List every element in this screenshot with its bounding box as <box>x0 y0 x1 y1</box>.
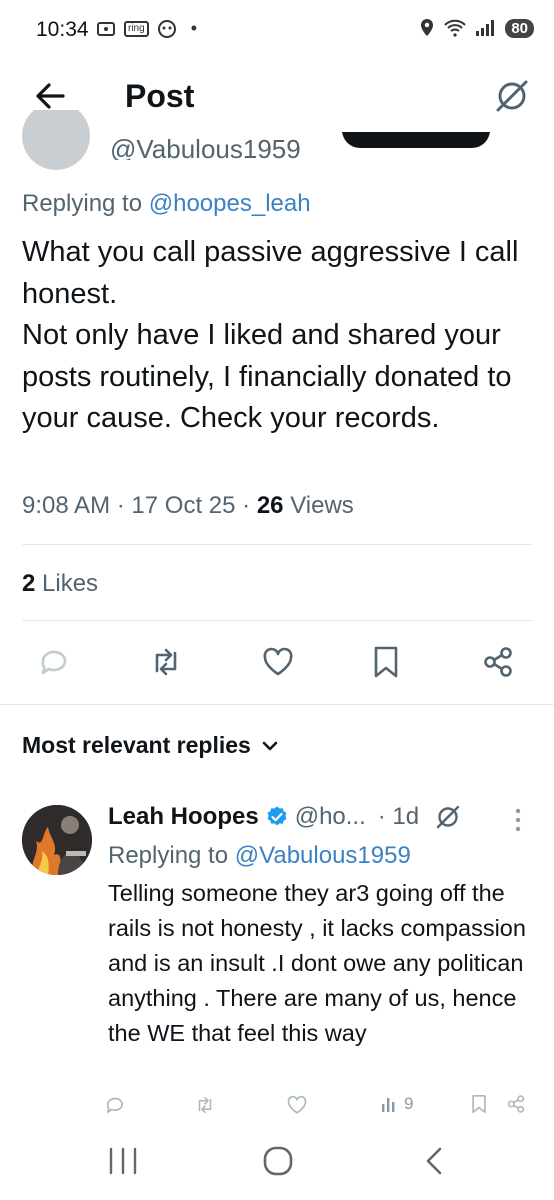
page-title: Post <box>125 78 195 114</box>
repost-icon <box>198 1096 212 1114</box>
likes-summary[interactable]: 2 Likes <box>22 570 98 598</box>
recent-apps-button[interactable] <box>106 1146 140 1181</box>
reply-actions: 9 <box>100 1094 540 1124</box>
reply-replying-to: Replying to @Vabulous1959 <box>108 842 411 869</box>
reply-icon <box>106 1097 123 1113</box>
replies-sort-label: Most relevant replies <box>22 732 251 758</box>
like-button[interactable] <box>256 640 300 684</box>
reply-author-name[interactable]: Leah Hoopes <box>108 803 259 831</box>
like-icon <box>287 1095 307 1114</box>
recent-apps-icon <box>109 1147 137 1175</box>
screen-record-icon <box>97 21 115 36</box>
chevron-left-icon <box>426 1147 442 1175</box>
reply-avatar[interactable] <box>22 805 92 875</box>
reply-views-count: 9 <box>404 1094 414 1113</box>
like-icon <box>263 647 293 676</box>
grok-button[interactable] <box>492 76 532 116</box>
reply-header: Leah Hoopes @ho... · 1d <box>108 802 463 832</box>
status-time: 10:34 <box>36 18 89 41</box>
post-text: What you call passive aggressive I call … <box>22 236 519 434</box>
reply-share-button[interactable] <box>506 1094 526 1114</box>
ring-label: ring <box>124 20 149 37</box>
replying-to: Replying to @hoopes_leah <box>22 190 311 217</box>
reply-like-button[interactable] <box>286 1094 308 1116</box>
views-icon <box>382 1098 395 1112</box>
bookmark-icon <box>374 646 398 678</box>
signal-icon <box>476 20 495 36</box>
divider <box>0 704 554 705</box>
reply-views[interactable]: 9 <box>380 1094 413 1114</box>
chevron-down-icon <box>262 741 278 750</box>
reply-more-button[interactable] <box>510 806 526 839</box>
replies-sort-dropdown[interactable]: Most relevant replies <box>22 732 279 759</box>
bookmark-button[interactable] <box>364 640 408 684</box>
grok-icon <box>496 80 528 112</box>
post-meta: 9:08 AM · 17 Oct 25 · 26 Views <box>22 492 354 519</box>
app-notification-icon <box>157 19 176 38</box>
replying-to-link[interactable]: @hoopes_leah <box>149 190 311 217</box>
reply-text: Telling someone they ar3 going off the r… <box>108 880 526 1046</box>
divider <box>22 544 532 545</box>
divider <box>22 620 532 621</box>
status-right-icons: 80 <box>419 18 534 38</box>
share-icon <box>507 1095 525 1113</box>
reply-button[interactable] <box>32 640 76 684</box>
bookmark-icon <box>472 1094 486 1114</box>
nav-back-button[interactable] <box>420 1144 450 1183</box>
share-icon <box>484 647 512 677</box>
avatar-image <box>22 805 92 875</box>
likes-count: 2 <box>22 570 36 597</box>
more-icon <box>515 808 521 832</box>
repost-button[interactable] <box>144 640 188 684</box>
post-actions <box>0 640 554 688</box>
share-button[interactable] <box>476 640 520 684</box>
reply-icon <box>41 650 67 675</box>
reply-age: · 1d <box>377 803 420 830</box>
author-handle[interactable]: @Vabulous1959 <box>110 132 301 160</box>
reply-repost-button[interactable] <box>194 1094 216 1116</box>
follow-button[interactable] <box>342 132 490 148</box>
verified-icon <box>267 806 287 826</box>
repost-icon <box>155 648 177 676</box>
location-icon <box>421 19 434 36</box>
reply-author-handle[interactable]: @ho... <box>295 803 366 831</box>
reply-reply-button[interactable] <box>104 1094 126 1116</box>
post-date: 17 Oct 25 <box>131 492 236 519</box>
reply-replying-to-link[interactable]: @Vabulous1959 <box>235 842 411 869</box>
dot-icon: • <box>190 18 197 38</box>
post-time: 9:08 AM <box>22 492 111 519</box>
home-icon <box>263 1146 293 1176</box>
grok-icon[interactable] <box>433 802 463 832</box>
battery-level: 80 <box>505 18 534 38</box>
views-label[interactable]: Views <box>290 492 354 519</box>
author-avatar[interactable] <box>22 110 90 170</box>
wifi-icon <box>444 19 467 37</box>
system-nav-bar <box>0 1130 554 1200</box>
status-left-icons: ring • <box>96 18 197 39</box>
reply-bookmark-button[interactable] <box>470 1094 488 1114</box>
likes-label: Likes <box>42 570 99 597</box>
views-count: 26 <box>256 492 284 519</box>
home-button[interactable] <box>262 1144 296 1183</box>
